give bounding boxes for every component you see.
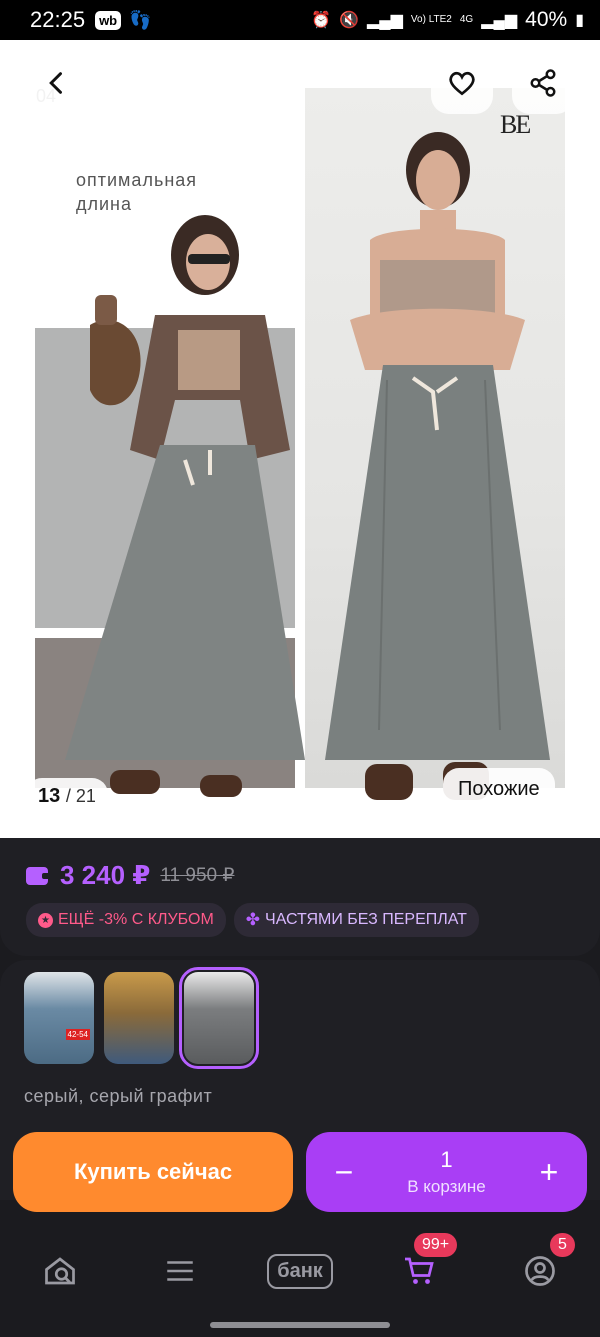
cart-count-badge: 99+	[414, 1233, 458, 1257]
photo-counter-total: / 21	[65, 786, 96, 806]
star-icon: ★	[38, 912, 53, 928]
brand-logo: BE	[500, 110, 531, 139]
product-photo-right-model	[325, 132, 550, 800]
battery-icon: ▮	[575, 12, 584, 29]
network-4g-label: 4G	[459, 14, 474, 25]
decrease-quantity-button[interactable]: −	[330, 1154, 358, 1191]
color-thumbnail-gray[interactable]	[179, 967, 259, 1069]
status-indicators: ⏰ 🔇 ▂▄▆ Vo) LTE2 4G ▂▄▆ 40% ▮	[311, 8, 584, 32]
bottom-navigation: банк 99+ 5	[0, 1233, 600, 1306]
color-thumbnail-dark-blue[interactable]	[104, 972, 174, 1064]
photo-counter: 13 / 21	[26, 778, 108, 815]
nav-catalog[interactable]	[150, 1241, 210, 1301]
alarm-icon: ⏰	[311, 12, 332, 29]
nav-home[interactable]	[30, 1241, 90, 1301]
chevron-left-icon	[49, 72, 62, 94]
selected-color-name: серый, серый графит	[24, 1086, 213, 1106]
cart-quantity: 1	[440, 1147, 453, 1172]
status-bar: 22:25 wb 👣 ⏰ 🔇 ▂▄▆ Vo) LTE2 4G ▂▄▆ 40% ▮	[0, 0, 600, 40]
cart-status[interactable]: 1 В корзине	[407, 1147, 486, 1197]
current-price: 3 240 ₽	[60, 860, 151, 890]
color-thumbnail-blue[interactable]: 42-54	[24, 972, 94, 1064]
mute-icon: 🔇	[339, 12, 359, 29]
home-indicator[interactable]	[210, 1322, 390, 1328]
promo-badges: ★ ЕЩЁ -3% С КЛУБОМ ✤ ЧАСТЯМИ БЕЗ ПЕРЕПЛА…	[26, 903, 574, 937]
old-price: 11 950 ₽	[160, 865, 235, 886]
wallet-icon	[26, 866, 50, 885]
price-panel: 3 240 ₽ 11 950 ₽ ★ ЕЩЁ -3% С КЛУБОМ ✤ ЧА…	[0, 838, 600, 956]
clover-icon: ✤	[245, 910, 261, 929]
bank-logo: банк	[267, 1253, 333, 1289]
color-thumbnails: 42-54	[24, 967, 576, 1069]
nav-profile[interactable]: 5	[510, 1233, 575, 1301]
volte-label: Vo) LTE2	[410, 14, 452, 25]
cart-control: − 1 В корзине +	[306, 1132, 587, 1212]
favorite-button[interactable]	[431, 52, 493, 114]
status-time: 22:25	[30, 7, 86, 32]
menu-icon	[167, 1261, 193, 1281]
club-discount-label: ЕЩЁ -3% С КЛУБОМ	[58, 911, 214, 928]
cart-icon	[405, 1257, 434, 1284]
buy-now-button[interactable]: Купить сейчас	[13, 1132, 293, 1212]
nav-cart[interactable]: 99+	[390, 1233, 458, 1301]
battery-percent: 40%	[525, 8, 568, 31]
photo-counter-current: 13	[38, 785, 61, 807]
installments-label: ЧАСТЯМИ БЕЗ ПЕРЕПЛАТ	[265, 911, 467, 928]
product-gallery[interactable]: BE оптимальная длина 04 13 / 21 Похожие	[0, 40, 600, 838]
installments-badge[interactable]: ✤ ЧАСТЯМИ БЕЗ ПЕРЕПЛАТ	[233, 903, 479, 937]
club-discount-badge[interactable]: ★ ЕЩЁ -3% С КЛУБОМ	[26, 903, 226, 937]
photo-caption: оптимальная длина	[76, 170, 198, 214]
increase-quantity-button[interactable]: +	[535, 1154, 563, 1191]
footsteps-icon: 👣	[129, 9, 152, 30]
share-icon	[530, 69, 556, 97]
signal-icon: ▂▄▆	[366, 12, 403, 29]
nav-bank[interactable]: банк	[267, 1241, 333, 1301]
heart-icon	[449, 71, 475, 96]
price-row: 3 240 ₽ 11 950 ₽	[26, 860, 574, 891]
profile-notification-badge: 5	[550, 1233, 575, 1257]
in-cart-label: В корзине	[407, 1177, 486, 1196]
home-search-icon	[45, 1257, 75, 1285]
wb-app-icon: wb	[95, 10, 122, 30]
similar-button[interactable]: Похожие	[443, 768, 555, 811]
share-button[interactable]	[512, 52, 574, 114]
product-photo-left	[65, 215, 305, 797]
signal-icon-2: ▂▄▆	[481, 12, 518, 29]
size-tag: 42-54	[65, 1029, 90, 1040]
profile-icon	[525, 1256, 555, 1286]
back-button[interactable]	[26, 52, 88, 114]
